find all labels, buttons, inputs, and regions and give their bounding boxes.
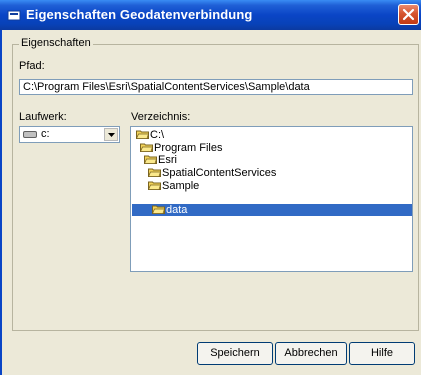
path-field[interactable]: C:\Program Files\Esri\SpatialContentServ… (19, 79, 413, 95)
title-bar[interactable]: Eigenschaften Geodatenverbindung (0, 0, 421, 30)
tree-item-label: Program Files (154, 142, 223, 154)
directory-label: Verzeichnis: (131, 111, 191, 123)
open-folder-icon (152, 205, 165, 214)
tree-item-label: data (166, 204, 188, 216)
drive-dropdown-button[interactable] (104, 128, 118, 141)
tree-item[interactable]: Esri (144, 154, 177, 166)
open-folder-icon (148, 168, 161, 177)
tree-item-label: Esri (158, 154, 177, 166)
tree-item[interactable]: C:\ (136, 129, 164, 141)
close-button[interactable] (398, 4, 419, 25)
open-folder-icon (148, 181, 161, 190)
drive-icon (23, 131, 37, 138)
open-folder-icon (144, 155, 157, 164)
window-left-border (0, 30, 2, 375)
tree-item[interactable]: Sample (148, 180, 199, 192)
tree-item[interactable]: SpatialContentServices (148, 167, 276, 179)
window-title: Eigenschaften Geodatenverbindung (26, 7, 253, 22)
close-icon (402, 8, 415, 21)
tree-item-label: Sample (162, 180, 200, 192)
directory-tree[interactable]: C:\ Program Files Esri SpatialContentSer… (130, 126, 413, 272)
drive-label: Laufwerk: (19, 111, 67, 123)
tree-item-label: SpatialContentServices (162, 167, 277, 179)
open-folder-icon (140, 143, 153, 152)
drive-dropdown[interactable]: c: (19, 126, 120, 143)
path-label: Pfad: (19, 60, 45, 72)
open-folder-icon (136, 130, 149, 139)
tree-item-selected[interactable]: data (152, 204, 187, 216)
tree-item-label: C:\ (150, 129, 165, 141)
properties-group-legend: Eigenschaften (19, 37, 93, 49)
tree-item[interactable]: Program Files (140, 142, 222, 154)
chevron-down-icon (108, 133, 115, 137)
help-button[interactable]: Hilfe (349, 342, 415, 365)
app-icon (7, 10, 21, 21)
save-button[interactable]: Speichern (197, 342, 273, 365)
drive-value: c: (41, 128, 50, 140)
cancel-button[interactable]: Abbrechen (275, 342, 347, 365)
